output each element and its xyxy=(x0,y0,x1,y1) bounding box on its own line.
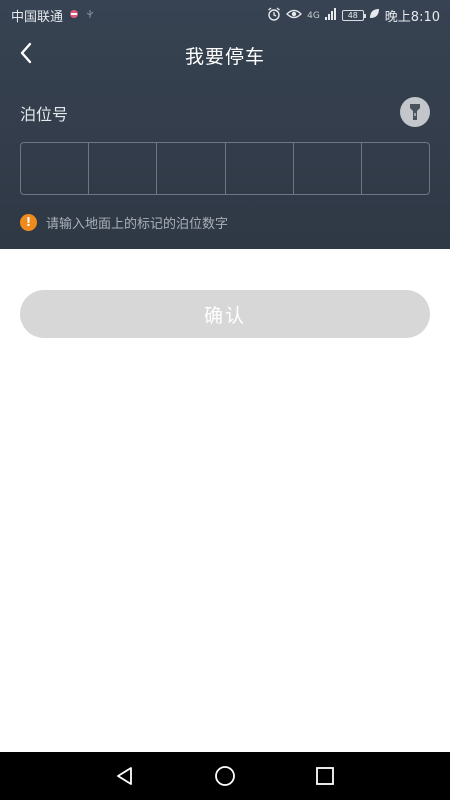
header-panel: 中国联通 4G 48 晚上8:10 我要停车 泊位号 ! 请输入地面上的标记的泊… xyxy=(0,0,450,249)
berth-number-label: 泊位号 xyxy=(20,105,69,124)
battery-icon: 48 xyxy=(341,10,366,21)
back-triangle-icon xyxy=(117,767,132,785)
page-title: 我要停车 xyxy=(184,46,265,68)
leaf-icon xyxy=(369,8,380,23)
carrier-name: 中国联通 xyxy=(11,10,64,25)
digit-cell-2[interactable] xyxy=(89,143,158,194)
navigation-bar xyxy=(0,752,450,800)
flashlight-icon xyxy=(410,104,420,120)
eye-comfort-icon xyxy=(286,8,303,24)
flashlight-button[interactable] xyxy=(400,97,430,127)
digit-cell-6[interactable] xyxy=(362,143,429,194)
nav-back-button[interactable] xyxy=(113,764,137,788)
hint-text: 请输入地面上的标记的泊位数字 xyxy=(46,217,229,232)
alarm-icon xyxy=(267,6,281,25)
digit-cell-1[interactable] xyxy=(21,143,90,194)
signal-icon xyxy=(324,7,337,24)
clock: 晚上8:10 xyxy=(384,10,440,25)
usb-icon xyxy=(85,9,95,22)
status-left: 中国联通 xyxy=(11,6,95,25)
berth-number-input[interactable] xyxy=(20,142,430,195)
nav-recents-button[interactable] xyxy=(313,764,337,788)
confirm-button[interactable]: 确认 xyxy=(20,290,430,338)
status-right: 4G 48 晚上8:10 xyxy=(267,6,440,25)
hint-row: ! 请输入地面上的标记的泊位数字 xyxy=(20,213,228,232)
warning-icon: ! xyxy=(20,214,37,231)
home-circle-icon xyxy=(215,766,235,786)
network-type: 4G xyxy=(307,10,320,21)
notification-icon xyxy=(69,8,79,23)
nav-home-button[interactable] xyxy=(213,764,237,788)
status-bar: 中国联通 4G 48 晚上8:10 xyxy=(0,0,450,28)
digit-cell-3[interactable] xyxy=(157,143,226,194)
digit-cell-5[interactable] xyxy=(294,143,362,194)
digit-cell-4[interactable] xyxy=(226,143,294,194)
recents-square-icon xyxy=(316,767,334,785)
